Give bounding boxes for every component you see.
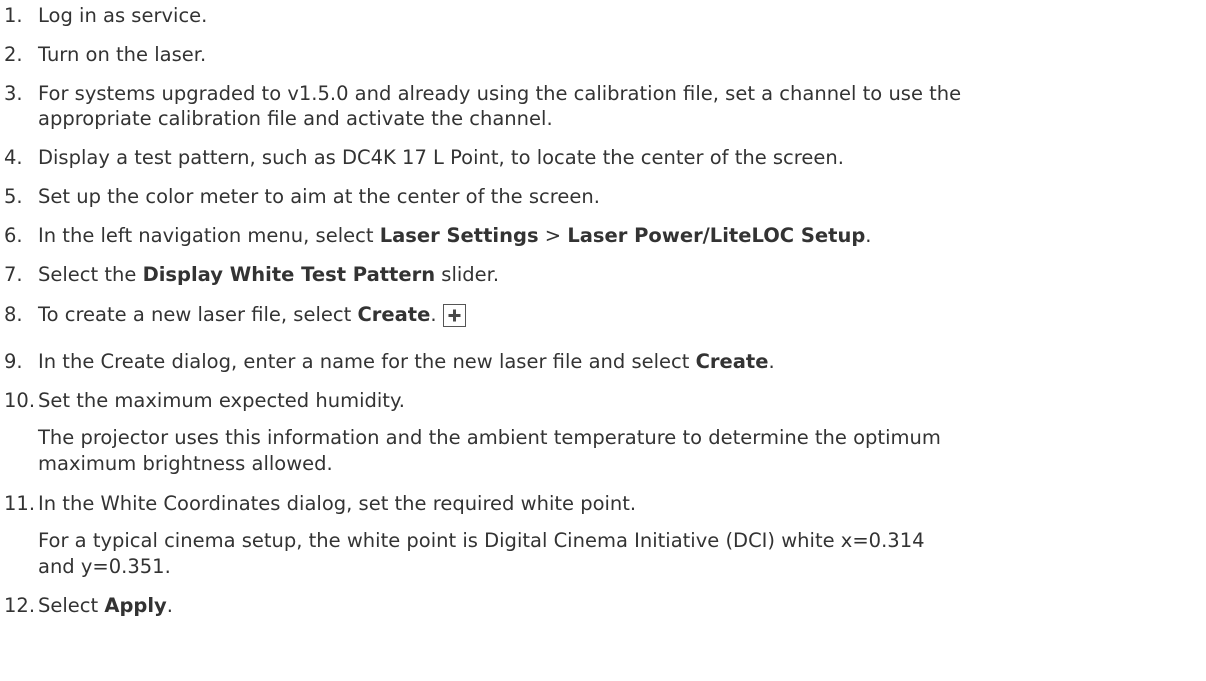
step-number: 2. — [4, 43, 23, 66]
step-text-pre: Select — [38, 594, 105, 617]
step-text: Set up the color meter to aim at the cen… — [38, 185, 600, 208]
step-number: 11. — [4, 492, 36, 515]
ui-term-create: Create — [695, 350, 769, 373]
step-text-line-1: For systems upgraded to v1.5.0 and alrea… — [38, 82, 962, 105]
step-text: Select Apply. — [38, 592, 173, 620]
step-text-post: slider. — [435, 263, 500, 286]
step-text: Set the maximum expected humidity. — [38, 389, 405, 412]
step-number: 4. — [4, 146, 23, 169]
plus-square-icon — [442, 304, 466, 327]
menu-path-laser-power-setup: Laser Power/LiteLOC Setup — [567, 224, 866, 247]
procedure-steps-list: 1. Log in as service. 2. Turn on the las… — [0, 0, 1206, 681]
step-text: In the left navigation menu, select Lase… — [38, 222, 872, 250]
step-text: Select the Display White Test Pattern sl… — [38, 261, 499, 289]
step-text-post: . — [430, 303, 437, 326]
step-note-line-2: and y=0.351. — [38, 555, 171, 578]
step-note-line-1: The projector uses this information and … — [38, 426, 941, 449]
step-text-post: . — [166, 594, 173, 617]
ui-term-display-white-test-pattern: Display White Test Pattern — [142, 263, 436, 286]
step-text: In the Create dialog, enter a name for t… — [38, 348, 775, 376]
step-text-post: . — [865, 224, 872, 247]
ui-term-apply: Apply — [104, 594, 167, 617]
menu-path-separator: > — [538, 224, 568, 247]
ui-term-create: Create — [357, 303, 431, 326]
step-text-pre: Select the — [38, 263, 143, 286]
step-text-pre: To create a new laser file, select — [38, 303, 358, 326]
step-text: To create a new laser file, select Creat… — [38, 301, 466, 329]
step-number: 6. — [4, 224, 23, 247]
step-text: In the White Coordinates dialog, set the… — [38, 492, 637, 515]
step-text: Turn on the laser. — [38, 43, 207, 66]
step-number: 9. — [4, 350, 23, 373]
step-text: Log in as service. — [38, 4, 208, 27]
step-note-line-1: For a typical cinema setup, the white po… — [38, 529, 925, 552]
menu-path-laser-settings: Laser Settings — [379, 224, 539, 247]
step-number: 5. — [4, 185, 23, 208]
step-number: 12. — [4, 594, 36, 617]
step-number: 7. — [4, 263, 23, 286]
step-note-line-2: maximum brightness allowed. — [38, 452, 333, 475]
step-text-post: . — [768, 350, 775, 373]
step-number: 1. — [4, 4, 23, 27]
step-number: 10. — [4, 389, 36, 412]
step-text-pre: In the Create dialog, enter a name for t… — [38, 350, 696, 373]
step-text-pre: In the left navigation menu, select — [38, 224, 380, 247]
step-text: Display a test pattern, such as DC4K 17 … — [38, 146, 844, 169]
step-text-line-2: appropriate calibration file and activat… — [38, 107, 553, 130]
step-number: 8. — [4, 303, 23, 326]
step-number: 3. — [4, 82, 23, 105]
